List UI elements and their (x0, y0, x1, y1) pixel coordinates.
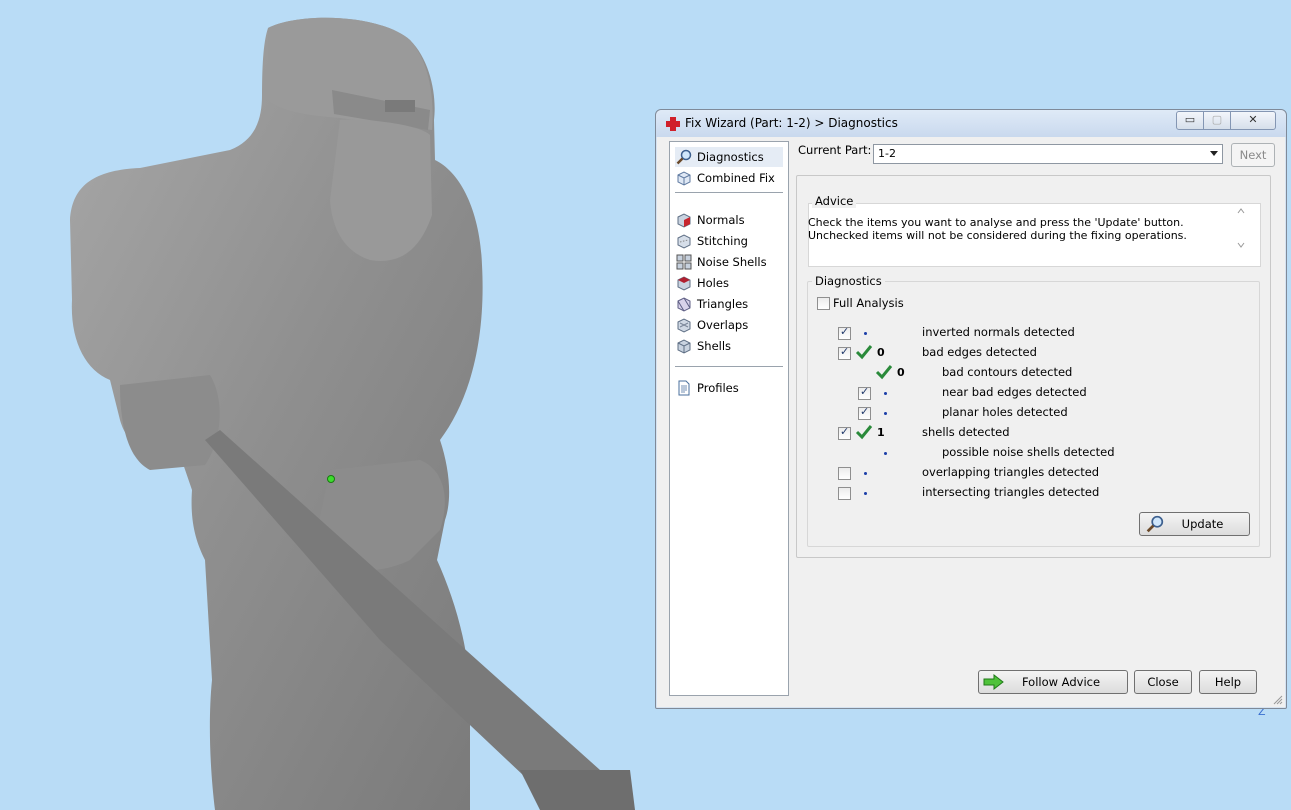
overlaps-cube-icon (677, 318, 691, 333)
hockey-player-model[interactable] (0, 0, 660, 810)
checkmark-icon: ✓ (840, 345, 850, 358)
help-button[interactable]: Help (1199, 670, 1257, 694)
current-part-dropdown[interactable]: 1-2 (873, 144, 1223, 164)
magnifier-icon (1146, 515, 1164, 533)
planar-holes-label: planar holes detected (942, 405, 1068, 419)
nav-label-profiles: Profiles (697, 381, 739, 395)
nav-item-overlaps[interactable]: Overlaps (675, 315, 748, 335)
green-check-icon (855, 425, 873, 440)
checkmark-icon: ✓ (860, 385, 870, 398)
advice-text: Check the items you want to analyse and … (808, 216, 1187, 242)
overlapping-triangles-label: overlapping triangles detected (922, 465, 1100, 479)
current-part-label: Current Part: (798, 143, 872, 157)
status-dot-icon (864, 332, 867, 335)
window-title: Fix Wizard (Part: 1-2) > Diagnostics (685, 116, 898, 130)
maximize-icon: ▢ (1211, 113, 1223, 126)
nav-separator (675, 192, 783, 193)
checkmark-icon: ✓ (840, 425, 850, 438)
bad-edges-label: bad edges detected (922, 345, 1037, 359)
near-bad-edges-checkbox[interactable]: ✓ (858, 385, 871, 400)
nav-label-combined-fix: Combined Fix (697, 171, 775, 185)
nav-item-triangles[interactable]: Triangles (675, 294, 748, 314)
noise-shells-icon (676, 254, 692, 270)
nav-item-stitching[interactable]: Stitching (675, 231, 748, 251)
near-bad-edges-label: near bad edges detected (942, 385, 1087, 399)
follow-advice-label: Follow Advice (1021, 675, 1101, 689)
nav-item-holes[interactable]: Holes (675, 273, 729, 293)
minimize-icon: ▭ (1184, 113, 1196, 126)
nav-item-noise-shells[interactable]: Noise Shells (675, 252, 767, 272)
shells-checkbox[interactable]: ✓ (838, 425, 851, 440)
bad-contours-count: 0 (897, 366, 905, 379)
bad-contours-label: bad contours detected (942, 365, 1073, 379)
bad-edges-checkbox[interactable]: ✓ (838, 345, 851, 360)
nav-label-shells: Shells (697, 339, 732, 353)
planar-holes-checkbox[interactable]: ✓ (858, 405, 871, 420)
status-dot-icon (884, 452, 887, 455)
shells-cube-icon (677, 339, 691, 354)
intersecting-triangles-checkbox[interactable] (838, 487, 851, 500)
status-dot-icon (864, 472, 867, 475)
chevron-down-icon (1210, 151, 1218, 156)
diagnostics-title: Diagnostics (812, 274, 885, 288)
close-button[interactable]: Close (1134, 670, 1192, 694)
nav-label-stitching: Stitching (697, 234, 748, 248)
status-dot-icon (864, 492, 867, 495)
nav-label-noise-shells: Noise Shells (697, 255, 767, 269)
follow-advice-button[interactable]: Follow Advice (978, 670, 1128, 694)
nav-label-holes: Holes (697, 276, 729, 290)
nav-label-triangles: Triangles (697, 297, 749, 311)
advice-title: Advice (812, 194, 857, 208)
overlapping-triangles-checkbox[interactable] (838, 467, 851, 480)
wizard-nav-list: Diagnostics Combined Fix Normals Stitchi… (669, 141, 789, 696)
inverted-normals-checkbox[interactable]: ✓ (838, 325, 851, 340)
inverted-normals-label: inverted normals detected (922, 325, 1075, 339)
close-window-button[interactable]: ✕ (1230, 111, 1276, 130)
red-cross-icon (666, 117, 680, 131)
nav-separator (675, 366, 783, 367)
nav-label-overlaps: Overlaps (697, 318, 749, 332)
intersecting-triangles-label: intersecting triangles detected (922, 485, 1100, 499)
checkmark-icon: ✓ (860, 405, 870, 418)
bad-edges-count: 0 (877, 346, 885, 359)
nav-item-combined-fix[interactable]: Combined Fix (675, 168, 775, 188)
minimize-button[interactable]: ▭ (1176, 111, 1204, 130)
green-check-icon (855, 345, 873, 360)
current-part-value: 1-2 (878, 147, 896, 160)
checkmark-icon: ✓ (840, 325, 850, 338)
shells-label: shells detected (922, 425, 1010, 439)
stitching-cube-icon (677, 234, 691, 249)
document-icon (678, 380, 690, 396)
green-check-icon (875, 365, 893, 380)
update-button[interactable]: Update (1139, 512, 1250, 536)
title-bar[interactable]: Fix Wizard (Part: 1-2) > Diagnostics ▭ ▢… (656, 110, 1286, 137)
noise-shells-label: possible noise shells detected (942, 445, 1115, 459)
magnifier-icon (676, 149, 692, 165)
fix-wizard-dialog: Fix Wizard (Part: 1-2) > Diagnostics ▭ ▢… (655, 109, 1287, 709)
shells-count: 1 (877, 426, 885, 439)
nav-item-shells[interactable]: Shells (675, 336, 731, 356)
normals-cube-icon (677, 213, 691, 228)
maximize-button[interactable]: ▢ (1203, 111, 1231, 130)
nav-label-normals: Normals (697, 213, 745, 227)
diagnostics-panel: Advice Check the items you want to analy… (796, 175, 1271, 558)
nav-item-normals[interactable]: Normals (675, 210, 745, 230)
nav-item-profiles[interactable]: Profiles (675, 378, 739, 398)
advice-scrollbar[interactable] (1233, 203, 1249, 253)
cube-icon (677, 171, 691, 186)
triangles-cube-icon (677, 297, 691, 312)
resize-grip-icon[interactable] (1273, 695, 1283, 705)
status-dot-icon (884, 412, 887, 415)
nav-label-diagnostics: Diagnostics (697, 150, 764, 164)
green-arrow-icon (983, 674, 1004, 690)
close-icon: ✕ (1248, 113, 1258, 126)
full-analysis-label: Full Analysis (833, 296, 904, 310)
update-label: Update (1181, 517, 1224, 531)
next-button[interactable]: Next (1231, 143, 1275, 167)
nav-item-diagnostics[interactable]: Diagnostics (675, 147, 783, 167)
full-analysis-checkbox[interactable] (817, 297, 830, 310)
holes-cube-icon (677, 276, 691, 291)
status-dot-icon (884, 392, 887, 395)
